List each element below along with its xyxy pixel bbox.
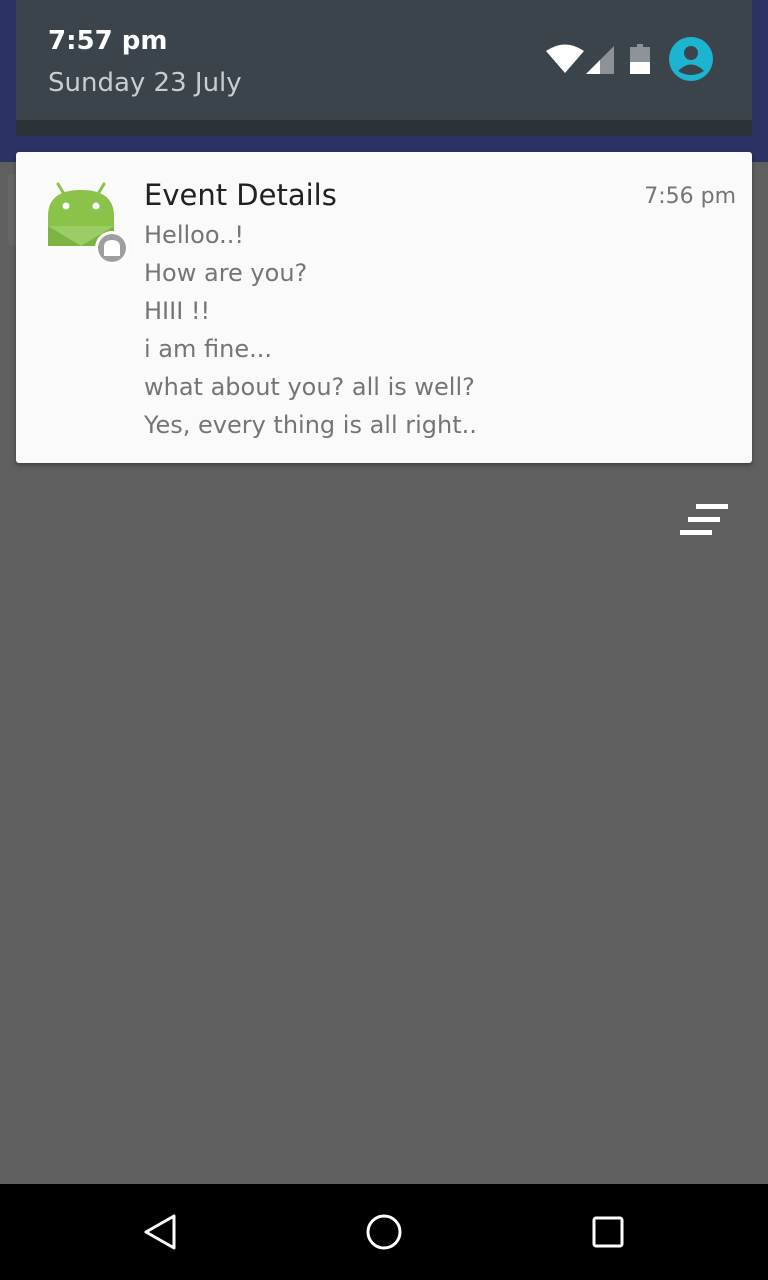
notification-line: Helloo..! [144, 221, 244, 249]
header-clock: 7:57 pm [48, 26, 168, 56]
notification-line: How are you? [144, 259, 308, 287]
notification-title: Event Details [144, 178, 337, 212]
header-date[interactable]: Sunday 23 July [48, 66, 242, 100]
notification-line: what about you? all is well? [144, 373, 475, 401]
notification-line: i am fine... [144, 335, 272, 363]
notification-line: Yes, every thing is all right.. [144, 411, 477, 439]
notification-shade-screen: 7:57 pm Sunday 23 July Event Details 7:5… [0, 0, 768, 1280]
header-status-icons [546, 36, 718, 84]
notification-time: 7:56 pm [644, 184, 736, 209]
battery-icon [630, 44, 650, 74]
quick-settings-handle[interactable] [16, 120, 752, 136]
clear-all-icon[interactable] [680, 504, 728, 536]
home-icon[interactable] [360, 1208, 408, 1256]
android-badge-icon [95, 231, 129, 265]
notification-inbox-lines: Helloo..! How are you? HIII !! i am fine… [144, 216, 477, 444]
android-app-icon [46, 180, 130, 266]
notification-card[interactable]: Event Details 7:56 pm Helloo..! How are … [16, 152, 752, 463]
recents-icon[interactable] [584, 1208, 632, 1256]
account-icon[interactable] [668, 36, 714, 82]
cell-signal-icon [586, 46, 616, 76]
notification-line: HIII !! [144, 297, 211, 325]
back-icon[interactable] [136, 1208, 184, 1256]
navigation-bar [0, 1184, 768, 1280]
wifi-icon [546, 44, 584, 74]
